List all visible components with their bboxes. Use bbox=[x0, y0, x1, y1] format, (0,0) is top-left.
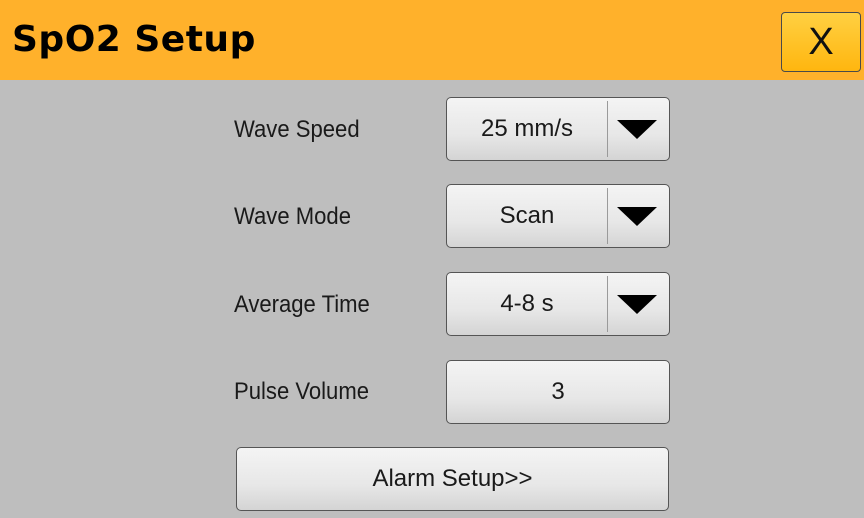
dropdown-divider bbox=[607, 188, 608, 244]
dropdown-arrow-icon[interactable] bbox=[617, 207, 657, 226]
dropdown-arrow-icon[interactable] bbox=[617, 295, 657, 314]
average-time-value: 4-8 s bbox=[500, 290, 554, 317]
average-time-label: Average Time bbox=[234, 291, 370, 318]
dropdown-divider bbox=[607, 276, 608, 332]
wave-speed-dropdown[interactable]: 25 mm/s bbox=[446, 97, 670, 161]
pulse-volume-value: 3 bbox=[551, 378, 565, 405]
dropdown-divider bbox=[607, 101, 608, 157]
close-button[interactable]: X bbox=[781, 12, 861, 72]
dropdown-arrow-icon[interactable] bbox=[617, 120, 657, 139]
wave-speed-value: 25 mm/s bbox=[480, 115, 573, 142]
wave-mode-label: Wave Mode bbox=[234, 203, 351, 230]
pulse-volume-button[interactable]: 3 bbox=[446, 360, 670, 424]
alarm-setup-button[interactable]: Alarm Setup>> bbox=[236, 447, 669, 511]
wave-speed-label: Wave Speed bbox=[234, 116, 360, 143]
wave-mode-value: Scan bbox=[499, 202, 555, 229]
dialog-title: SpO2 Setup bbox=[12, 19, 256, 60]
average-time-dropdown[interactable]: 4-8 s bbox=[446, 272, 670, 336]
title-bar: SpO2 Setup X bbox=[0, 0, 864, 80]
pulse-volume-label: Pulse Volume bbox=[234, 378, 370, 405]
wave-mode-dropdown[interactable]: Scan bbox=[446, 184, 670, 248]
spo2-setup-dialog: SpO2 Setup X Wave Speed 25 mm/s Wave Mod… bbox=[0, 0, 864, 518]
